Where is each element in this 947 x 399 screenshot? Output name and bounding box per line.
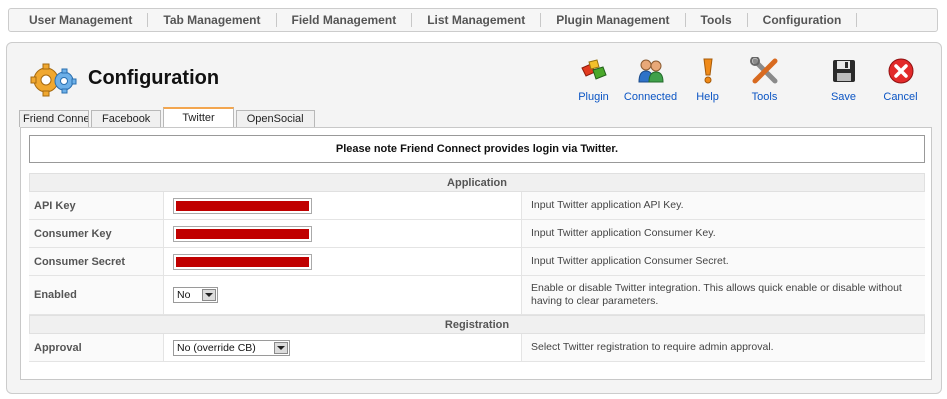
tab-opensocial[interactable]: OpenSocial xyxy=(235,110,315,127)
tab-content: Please note Friend Connect provides logi… xyxy=(20,127,932,380)
save-label: Save xyxy=(830,91,857,103)
page-title: Configuration xyxy=(88,67,220,89)
help-button[interactable]: Help xyxy=(679,57,736,103)
consumer-secret-cell xyxy=(164,248,522,275)
cancel-icon xyxy=(887,57,915,88)
section-registration: Registration xyxy=(29,315,925,334)
plugin-button[interactable]: Plugin xyxy=(565,57,622,103)
consumer-key-cell xyxy=(164,220,522,247)
plugin-icon xyxy=(579,58,609,87)
approval-description: Select Twitter registration to require a… xyxy=(531,341,774,353)
enabled-cell: No xyxy=(164,276,522,314)
tab-friend-connect[interactable]: Friend Connect xyxy=(19,110,89,127)
settings-form: Application API Key Input Twitter applic… xyxy=(29,173,925,362)
approval-select[interactable]: No (override CB) xyxy=(173,339,290,356)
nav-list-management[interactable]: List Management xyxy=(412,13,542,27)
row-enabled: Enabled No Enable or disable Twitter int… xyxy=(29,276,925,315)
approval-label: Approval xyxy=(29,334,164,361)
connected-label: Connected xyxy=(623,91,678,103)
api-key-cell xyxy=(164,192,522,219)
row-consumer-key: Consumer Key Input Twitter application C… xyxy=(29,220,925,248)
enabled-label: Enabled xyxy=(29,276,164,314)
enabled-select[interactable]: No xyxy=(173,287,218,303)
toolbar: Plugin Connected Help Tools Save Cancel xyxy=(565,55,929,103)
tab-twitter[interactable]: Twitter xyxy=(163,107,234,127)
nav-configuration[interactable]: Configuration xyxy=(748,13,858,27)
main-panel: Configuration Plugin Connected Help Tool… xyxy=(6,42,942,394)
row-approval: Approval No (override CB) Select Twitter… xyxy=(29,334,925,362)
nav-plugin-management[interactable]: Plugin Management xyxy=(541,13,686,27)
gears-icon xyxy=(29,61,77,99)
enabled-description: Enable or disable Twitter integration. T… xyxy=(531,282,902,307)
approval-value: No (override CB) xyxy=(177,341,256,354)
row-consumer-secret: Consumer Secret Input Twitter applicatio… xyxy=(29,248,925,276)
nav-user-management[interactable]: User Management xyxy=(17,13,149,27)
consumer-secret-input[interactable] xyxy=(173,253,312,270)
tools-icon xyxy=(749,55,780,88)
exclamation-icon xyxy=(698,57,718,88)
tab-bar: Friend Connect Facebook Twitter OpenSoci… xyxy=(19,107,317,127)
consumer-key-description: Input Twitter application Consumer Key. xyxy=(531,227,716,239)
plugin-label: Plugin xyxy=(578,91,609,103)
connected-button[interactable]: Connected xyxy=(622,57,679,103)
approval-cell: No (override CB) xyxy=(164,334,522,361)
api-key-label: API Key xyxy=(29,192,164,219)
cancel-label: Cancel xyxy=(883,91,918,103)
users-icon xyxy=(636,58,666,87)
redacted-value xyxy=(176,228,309,239)
floppy-disk-icon xyxy=(831,58,857,87)
api-key-input[interactable] xyxy=(173,197,312,214)
chevron-down-icon[interactable] xyxy=(274,341,288,354)
nav-tab-management[interactable]: Tab Management xyxy=(148,13,277,27)
redacted-value xyxy=(176,256,309,267)
notice-message: Please note Friend Connect provides logi… xyxy=(29,135,925,163)
consumer-key-label: Consumer Key xyxy=(29,220,164,247)
consumer-secret-description: Input Twitter application Consumer Secre… xyxy=(531,255,729,267)
nav-field-management[interactable]: Field Management xyxy=(277,13,413,27)
nav-tools[interactable]: Tools xyxy=(686,13,748,27)
row-api-key: API Key Input Twitter application API Ke… xyxy=(29,192,925,220)
consumer-key-input[interactable] xyxy=(173,225,312,242)
api-key-description: Input Twitter application API Key. xyxy=(531,199,684,211)
tools-button[interactable]: Tools xyxy=(736,55,793,103)
redacted-value xyxy=(176,200,309,211)
section-application: Application xyxy=(29,173,925,192)
tab-facebook[interactable]: Facebook xyxy=(91,110,162,127)
save-button[interactable]: Save xyxy=(815,57,872,103)
enabled-value: No xyxy=(177,289,191,301)
chevron-down-icon[interactable] xyxy=(202,289,216,301)
top-navigation: User Management Tab Management Field Man… xyxy=(8,8,938,32)
help-label: Help xyxy=(696,91,719,103)
tools-label: Tools xyxy=(751,91,778,103)
consumer-secret-label: Consumer Secret xyxy=(29,248,164,275)
cancel-button[interactable]: Cancel xyxy=(872,57,929,103)
